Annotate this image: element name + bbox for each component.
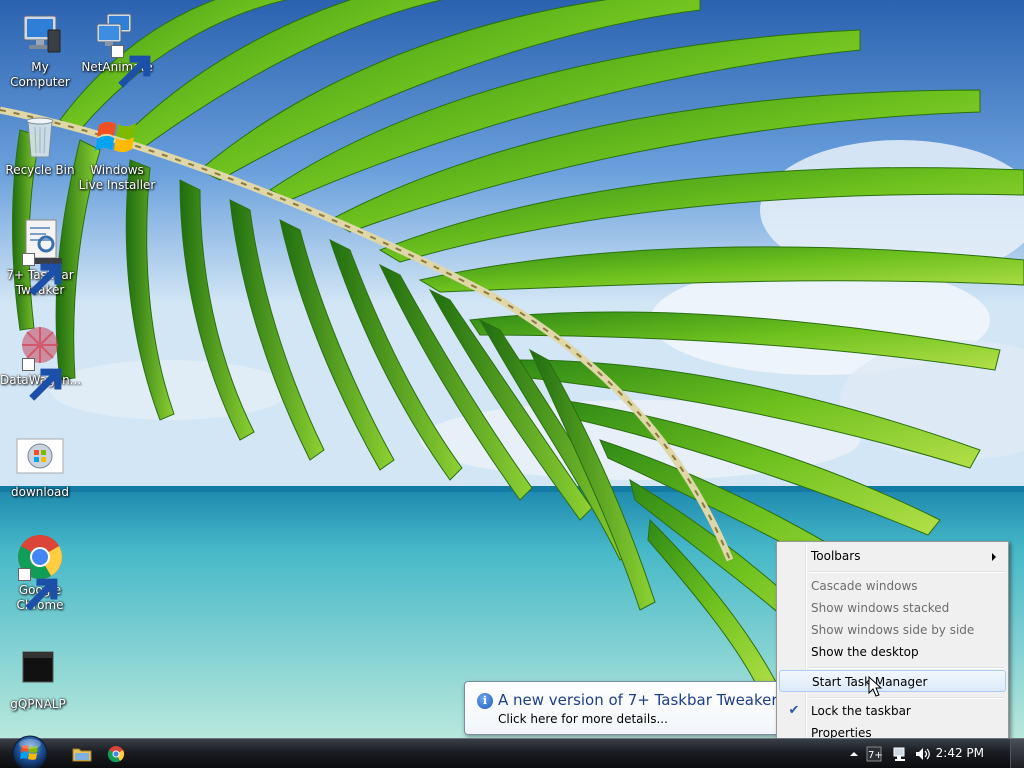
- desktop-icon-label: Recycle Bin: [5, 163, 75, 177]
- desktop-icon-datawagon[interactable]: DataWagon...: [0, 323, 81, 401]
- menu-item-label: Show the desktop: [811, 645, 919, 659]
- mouse-pointer-icon: [868, 676, 882, 697]
- menu-item-show-the-desktop[interactable]: Show the desktop: [779, 641, 1006, 663]
- menu-item-cascade-windows[interactable]: Cascade windows: [779, 575, 1006, 597]
- balloon-title: A new version of 7+ Taskbar Tweaker is: [498, 691, 784, 709]
- desktop-icon-recycle-bin[interactable]: Recycle Bin: [0, 113, 80, 178]
- update-notification-balloon[interactable]: i A new version of 7+ Taskbar Tweaker is…: [464, 681, 784, 735]
- network-icon[interactable]: [892, 746, 908, 762]
- taskbar-tweaker-icon[interactable]: 7+: [866, 746, 882, 762]
- menu-item-label: Properties: [811, 726, 872, 738]
- menu-item-lock-the-taskbar[interactable]: ✔ Lock the taskbar: [779, 700, 1006, 722]
- notification-area: 7+ 2:42 PM: [834, 739, 1024, 768]
- info-icon: i: [477, 693, 493, 709]
- computer-icon: [16, 10, 64, 58]
- windows-orb-icon: [16, 435, 64, 483]
- desktop-icon-label: Windows Live Installer: [78, 163, 156, 192]
- desktop-icon-label: My Computer: [10, 60, 70, 89]
- show-hidden-arrow-icon[interactable]: [846, 746, 862, 762]
- menu-separator: [809, 697, 1004, 699]
- desktop-icon-google-chrome[interactable]: Google Chrome: [0, 533, 80, 613]
- taskbar[interactable]: 7+ 2:42 PM: [0, 735, 1024, 768]
- menu-item-toolbars[interactable]: Toolbars: [779, 545, 1006, 567]
- desktop-icon-label: download: [10, 485, 70, 499]
- checkmark-icon: ✔: [788, 703, 800, 718]
- chrome-icon: [16, 533, 64, 611]
- menu-item-start-task-manager[interactable]: Start Task Manager: [779, 670, 1006, 692]
- tweaker-icon: [16, 218, 64, 296]
- windows-flag-icon: [93, 113, 141, 161]
- balloon-details-link[interactable]: Click here for more details...: [498, 712, 668, 726]
- shortcut-arrow-icon: [22, 253, 62, 296]
- menu-separator: [809, 571, 1004, 573]
- desktop-icon-netanimate[interactable]: NetAnimate: [77, 10, 157, 88]
- shortcut-arrow-icon: [18, 568, 58, 611]
- menu-item-label: Cascade windows: [811, 579, 918, 593]
- show-desktop-button[interactable]: [1010, 739, 1024, 768]
- desktop-icon-7-taskbar-tweaker[interactable]: 7+ Taskbar Tweaker: [0, 218, 80, 298]
- start-button[interactable]: [8, 733, 52, 768]
- svg-text:7+: 7+: [868, 750, 882, 761]
- chrome-icon[interactable]: [106, 745, 126, 763]
- desktop-wallpaper[interactable]: My Computer NetAnimate Recycle Bin Windo…: [0, 0, 1024, 738]
- taskbar-context-menu: Toolbars Cascade windows Show windows st…: [776, 541, 1009, 738]
- menu-item-show-windows-stacked[interactable]: Show windows stacked: [779, 597, 1006, 619]
- menu-item-properties[interactable]: Properties: [779, 722, 1006, 738]
- clock[interactable]: 2:42 PM: [936, 746, 984, 760]
- explorer-folder-icon[interactable]: [72, 745, 92, 763]
- menu-item-show-windows-side-by-side[interactable]: Show windows side by side: [779, 619, 1006, 641]
- shortcut-arrow-icon: [111, 45, 151, 88]
- datawagon-icon: [16, 323, 64, 401]
- desktop-icon-gqpnalp[interactable]: gQPNALP: [0, 647, 78, 712]
- network-icon: [93, 10, 151, 88]
- recycle-bin-icon: [16, 113, 64, 161]
- desktop-icon-download[interactable]: download: [0, 435, 80, 500]
- shortcut-arrow-icon: [22, 358, 62, 401]
- desktop-icon-my-computer[interactable]: My Computer: [0, 10, 80, 90]
- black-square-icon: [14, 647, 62, 695]
- volume-icon[interactable]: [914, 746, 930, 762]
- menu-item-label: Show windows side by side: [811, 623, 975, 637]
- submenu-arrow-icon: [992, 553, 996, 561]
- menu-item-label: Show windows stacked: [811, 601, 950, 615]
- menu-separator: [809, 667, 1004, 669]
- menu-item-label: Toolbars: [811, 549, 861, 563]
- desktop-icon-windows-live-installer[interactable]: Windows Live Installer: [77, 113, 157, 193]
- menu-item-label: Lock the taskbar: [811, 704, 911, 718]
- desktop-icon-label: gQPNALP: [10, 697, 66, 711]
